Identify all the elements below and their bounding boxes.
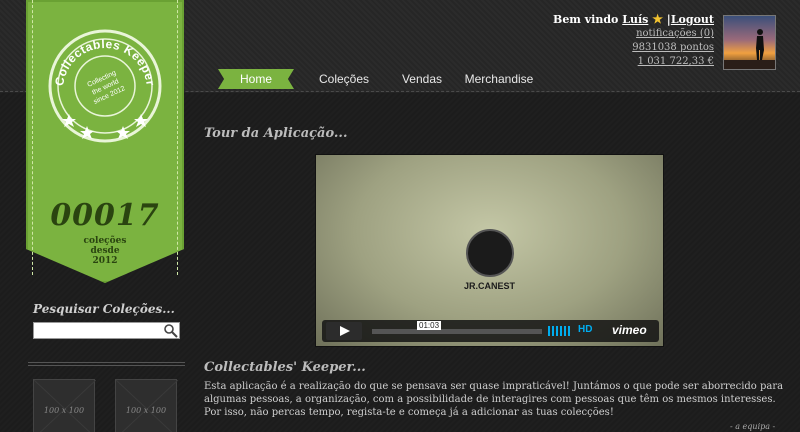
search-title: Pesquisar Coleções... xyxy=(33,302,175,316)
user-panel: Bem vindo Luís ★ |Logout notificações (0… xyxy=(553,12,714,69)
caption-line-3: 2012 xyxy=(92,256,118,266)
balance-link[interactable]: 1 031 722,33 € xyxy=(638,56,714,67)
progress-track[interactable]: 01:03 xyxy=(372,321,542,334)
collection-thumb[interactable]: 100 x 100 xyxy=(115,379,179,432)
video-controls: 01:03 HD vimeo xyxy=(322,320,659,342)
caption-line-2: desde xyxy=(90,246,120,256)
video-logo-icon xyxy=(466,229,514,277)
stamp-stars-icon xyxy=(62,114,148,139)
sidebar-divider xyxy=(28,362,185,366)
team-signature: - a equipa - xyxy=(730,422,776,431)
collection-count: 00017 xyxy=(50,198,160,233)
main-nav: Home Coleções Vendas Merchandise xyxy=(218,69,548,89)
silhouette-icon xyxy=(724,29,775,69)
vimeo-logo[interactable]: vimeo xyxy=(612,323,647,337)
search-input[interactable] xyxy=(33,322,180,339)
tour-title: Tour da Aplicação... xyxy=(204,126,348,141)
welcome-line: Bem vindo Luís ★ |Logout xyxy=(553,12,714,27)
nav-merchandise[interactable]: Merchandise xyxy=(450,69,548,89)
search-icon[interactable] xyxy=(162,323,179,338)
username-link[interactable]: Luís xyxy=(622,13,648,26)
collection-caption: coleções desde 2012 xyxy=(26,236,184,266)
timecode: 01:03 xyxy=(417,321,442,330)
about-description: Esta aplicação é a realização do que se … xyxy=(204,381,784,418)
logout-link[interactable]: Logout xyxy=(671,13,714,26)
caption-line-1: coleções xyxy=(83,236,127,246)
collectables-keeper-logo[interactable]: Collectables Keeper Collecting the world… xyxy=(47,28,163,144)
hd-toggle[interactable]: HD xyxy=(578,324,592,335)
video-brand: JR.CANEST xyxy=(463,281,515,291)
about-title: Collectables' Keeper... xyxy=(204,360,366,375)
thumb-label: 100 x 100 xyxy=(125,406,167,415)
video-player[interactable]: JR.CANEST 01:03 HD vimeo xyxy=(315,154,664,347)
avatar[interactable] xyxy=(723,15,776,70)
welcome-text: Bem vindo xyxy=(553,13,619,26)
nav-colecoes[interactable]: Coleções xyxy=(294,69,394,89)
points-link[interactable]: 9831038 pontos xyxy=(632,42,714,53)
thumb-label: 100 x 100 xyxy=(43,406,85,415)
nav-home[interactable]: Home xyxy=(218,69,294,89)
collection-thumb[interactable]: 100 x 100 xyxy=(33,379,97,432)
volume-icon[interactable] xyxy=(548,326,570,336)
play-button[interactable] xyxy=(326,322,362,340)
nav-vendas[interactable]: Vendas xyxy=(394,69,450,89)
notifications-link[interactable]: notificações (0) xyxy=(636,28,714,39)
star-icon: ★ xyxy=(652,12,663,26)
